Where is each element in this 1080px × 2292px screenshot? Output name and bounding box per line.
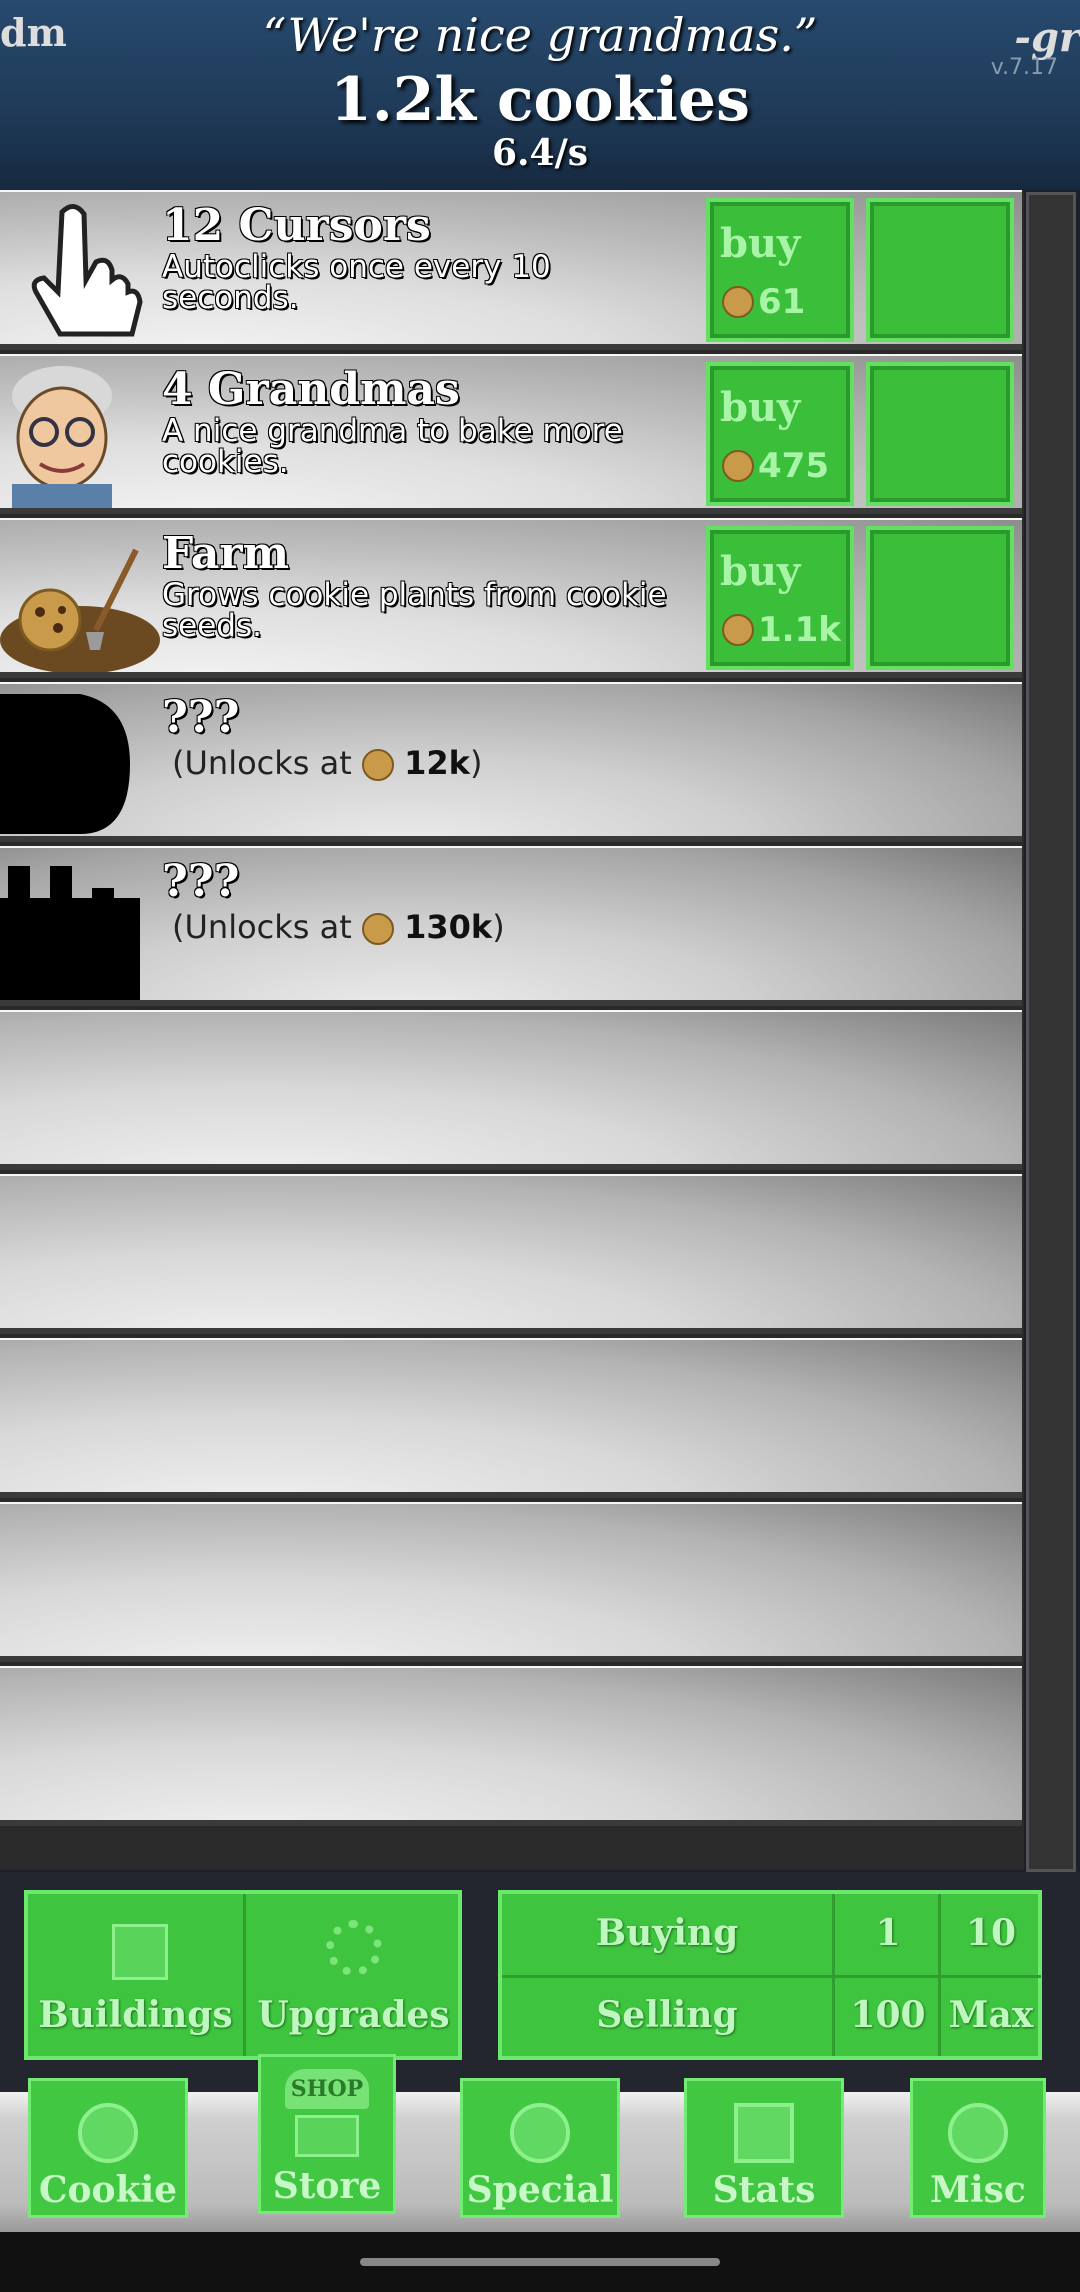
buildings-label: Buildings [38, 1994, 233, 2036]
unlock-value: 130k [404, 908, 493, 946]
nav-tab-stats[interactable]: Stats [684, 2078, 844, 2218]
nav-tab-cookie[interactable]: Cookie [28, 2078, 188, 2218]
buy-price: 61 [758, 282, 806, 322]
cookie-price-icon [361, 749, 394, 781]
building-store-list[interactable]: 12 Cursors Autoclicks once every 10 seco… [0, 190, 1024, 1870]
quantity-100-button[interactable]: 100 [832, 1976, 941, 2056]
empty-store-row [0, 1010, 1022, 1170]
buy-price: 475 [758, 446, 829, 486]
buy-farm-button[interactable]: buy 1.1k [706, 526, 854, 670]
locked-building-silhouette-icon [0, 848, 160, 1000]
building-description: Grows cookie plants from cookie seeds. [162, 577, 667, 644]
unlock-value: 12k [404, 744, 470, 782]
nav-tab-misc[interactable]: Misc [910, 2078, 1046, 2218]
building-row-grandma[interactable]: 4 Grandmas A nice grandma to bake more c… [0, 354, 1022, 514]
nav-tab-label: Special [466, 2169, 614, 2211]
nav-tab-label: Misc [930, 2169, 1026, 2211]
shop-sign: SHOP [285, 2069, 369, 2109]
news-ticker-quote: “We're nice grandmas.” [262, 8, 818, 62]
cookie-price-icon [722, 614, 754, 646]
nav-tab-store[interactable]: SHOP Store [258, 2054, 396, 2214]
stats-icon [734, 2103, 794, 2163]
buildings-icon [112, 1924, 168, 1980]
buildings-tab[interactable]: Buildings [28, 1894, 243, 2056]
building-row-cursor[interactable]: 12 Cursors Autoclicks once every 10 seco… [0, 190, 1022, 350]
buying-mode-button[interactable]: Buying [502, 1894, 832, 1978]
building-name: Farm [162, 528, 290, 579]
cookie-count: 1.2k cookies [330, 65, 750, 135]
building-description: A nice grandma to bake more cookies. [162, 413, 623, 480]
unlock-requirement: (Unlocks at 12k) [172, 744, 482, 782]
buy-label: buy [720, 384, 801, 431]
quantity-1-button[interactable]: 1 [832, 1894, 941, 1978]
empty-store-row [0, 1502, 1022, 1662]
shop-icon [295, 2115, 359, 2157]
building-row-locked-mine: ??? (Unlocks at 12k) [0, 682, 1022, 842]
quantity-max-label: Max [948, 1994, 1034, 2036]
building-name: 4 Grandmas [162, 364, 460, 415]
nav-tab-label: Stats [712, 2169, 816, 2211]
quantity-1-label: 1 [875, 1912, 901, 1954]
cookie-price-icon [722, 286, 754, 318]
store-scrollbar[interactable] [1026, 192, 1076, 1872]
building-row-locked-factory: ??? (Unlocks at 130k) [0, 846, 1022, 1006]
unlock-suffix: ) [492, 908, 505, 946]
farm-icon [0, 520, 160, 674]
empty-store-row [0, 1174, 1022, 1334]
sell-cursor-button[interactable] [866, 198, 1014, 342]
nav-tab-special[interactable]: Special [460, 2078, 620, 2218]
news-ticker-right-fragment: -gr [1014, 14, 1080, 61]
upgrades-tab[interactable]: Upgrades [243, 1894, 461, 2056]
buy-sell-panel: Buying Selling 1 10 100 Max [498, 1890, 1042, 2060]
unlock-suffix: ) [469, 744, 483, 782]
buy-price: 1.1k [758, 610, 841, 650]
gear-icon [326, 1920, 382, 1976]
building-row-farm[interactable]: Farm Grows cookie plants from cookie see… [0, 518, 1022, 678]
buy-grandma-button[interactable]: buy 475 [706, 362, 854, 506]
quantity-10-label: 10 [965, 1912, 1017, 1954]
locked-building-name: ??? [162, 856, 240, 907]
sell-grandma-button[interactable] [866, 362, 1014, 506]
cookie-price-icon [361, 913, 394, 945]
upgrades-label: Upgrades [257, 1994, 450, 2036]
quantity-100-label: 100 [850, 1994, 926, 2036]
grandma-icon [0, 356, 160, 508]
selling-mode-button[interactable]: Selling [502, 1976, 832, 2056]
buy-label: buy [720, 548, 801, 595]
locked-building-silhouette-icon [0, 684, 160, 836]
unlock-prefix: (Unlocks at [172, 744, 352, 782]
buildings-upgrades-toggle[interactable]: Buildings Upgrades [24, 1890, 462, 2060]
cookie-icon [78, 2103, 138, 2163]
buy-label: buy [720, 220, 801, 267]
unlock-prefix: (Unlocks at [172, 908, 352, 946]
quantity-max-button[interactable]: Max [938, 1976, 1041, 2056]
building-name: 12 Cursors [162, 200, 431, 251]
building-description: Autoclicks once every 10 seconds. [162, 249, 551, 316]
home-gesture-handle[interactable] [360, 2258, 720, 2266]
buy-cursor-button[interactable]: buy 61 [706, 198, 854, 342]
empty-store-row [0, 1338, 1022, 1498]
cookie-price-icon [722, 450, 754, 482]
special-icon [510, 2103, 570, 2163]
nav-tab-label: Cookie [38, 2169, 178, 2211]
store-controls: Buildings Upgrades Buying Selling 1 10 1… [0, 1872, 1080, 2092]
buying-label: Buying [595, 1912, 739, 1954]
nav-tab-label: Store [272, 2165, 382, 2207]
misc-icon [948, 2103, 1008, 2163]
locked-building-name: ??? [162, 692, 240, 743]
sell-farm-button[interactable] [866, 526, 1014, 670]
empty-store-row [0, 1666, 1022, 1826]
cursor-hand-icon [0, 192, 160, 344]
quantity-10-button[interactable]: 10 [938, 1894, 1041, 1978]
selling-label: Selling [596, 1994, 738, 2036]
unlock-requirement: (Unlocks at 130k) [172, 908, 505, 946]
cookies-per-second: 6.4/s [491, 132, 589, 174]
